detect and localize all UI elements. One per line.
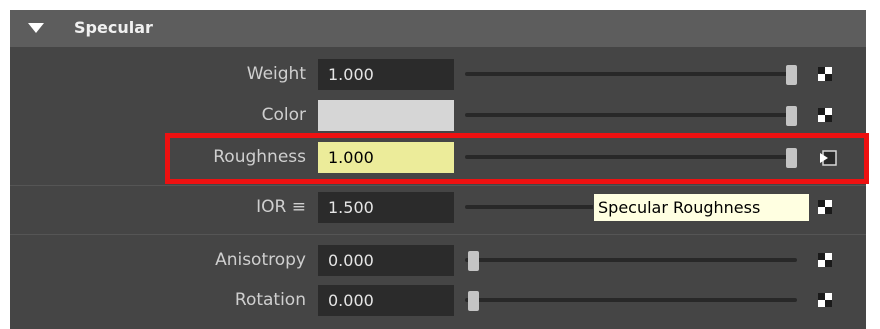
property-row-weight: Weight 1.000 (10, 58, 866, 92)
weight-field[interactable]: 1.000 (318, 59, 454, 90)
color-swatch[interactable] (318, 100, 454, 131)
weight-slider[interactable] (465, 72, 797, 76)
anisotropy-map-checker-icon[interactable] (818, 253, 832, 267)
anisotropy-label: Anisotropy (215, 250, 306, 270)
section-title: Specular (74, 18, 153, 37)
color-slider[interactable] (465, 113, 797, 117)
weight-map-checker-icon[interactable] (818, 67, 832, 81)
section-header[interactable]: Specular (10, 10, 866, 47)
tooltip: Specular Roughness (593, 193, 810, 222)
anisotropy-slider-handle[interactable] (468, 251, 479, 271)
anisotropy-slider[interactable] (465, 258, 797, 262)
separator (10, 234, 866, 235)
ior-field[interactable]: 1.500 (318, 192, 454, 223)
property-row-anisotropy: Anisotropy 0.000 (10, 244, 866, 278)
weight-label: Weight (246, 64, 306, 84)
rotation-map-checker-icon[interactable] (818, 293, 832, 307)
rotation-field[interactable]: 0.000 (318, 285, 454, 316)
separator (10, 185, 866, 186)
collapse-arrow-icon[interactable] (28, 23, 44, 33)
color-label: Color (261, 105, 306, 125)
rotation-label: Rotation (234, 290, 306, 310)
property-row-rotation: Rotation 0.000 (10, 284, 866, 318)
rotation-slider[interactable] (465, 298, 797, 302)
color-slider-handle[interactable] (786, 106, 797, 126)
color-map-checker-icon[interactable] (818, 108, 832, 122)
rotation-slider-handle[interactable] (468, 291, 479, 311)
ior-map-checker-icon[interactable] (818, 200, 832, 214)
anisotropy-field[interactable]: 0.000 (318, 245, 454, 276)
ior-label: IOR ≡ (256, 197, 306, 217)
roughness-highlight-box (165, 133, 869, 184)
weight-slider-handle[interactable] (786, 65, 797, 85)
property-row-color: Color (10, 99, 866, 133)
